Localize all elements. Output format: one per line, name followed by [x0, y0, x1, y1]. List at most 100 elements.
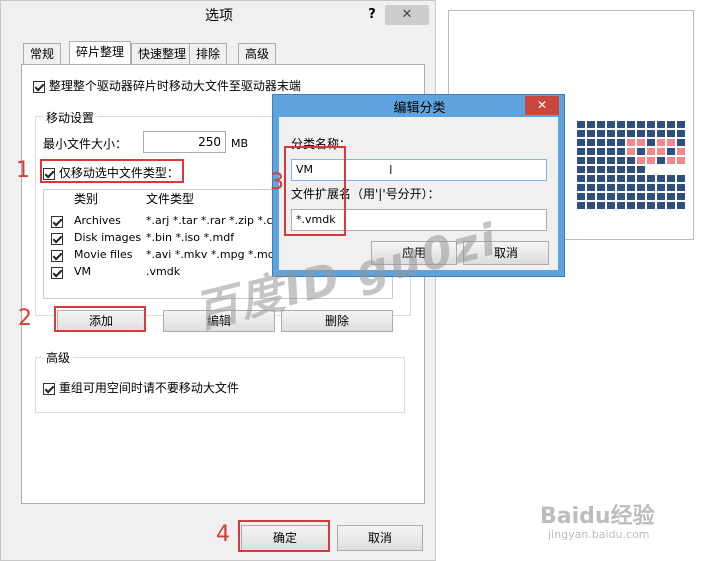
- disk-block: [667, 121, 675, 128]
- reorg-label: 重组可用空间时请不要移动大文件: [58, 381, 239, 395]
- disk-block: [607, 139, 615, 146]
- disk-block: [577, 139, 585, 146]
- row-checkbox[interactable]: [51, 249, 63, 262]
- step-number-4: 4: [216, 522, 230, 547]
- disk-block: [597, 139, 605, 146]
- disk-block: [647, 121, 655, 128]
- disk-block: [607, 166, 615, 173]
- disk-block: [617, 139, 625, 146]
- col-category[interactable]: 类别: [74, 190, 98, 208]
- move-large-label: 整理整个驱动器碎片时移动大文件至驱动器末端: [48, 79, 301, 93]
- disk-block: [637, 193, 645, 200]
- disk-block: [617, 157, 625, 164]
- disk-block: [597, 184, 605, 191]
- disk-block: [627, 175, 635, 182]
- disk-block: [577, 184, 585, 191]
- disk-block: [667, 139, 675, 146]
- disk-block: [647, 184, 655, 191]
- advanced-title: 高级: [43, 349, 74, 366]
- disk-block: [637, 121, 645, 128]
- disk-block: [637, 166, 645, 173]
- disk-block: [597, 166, 605, 173]
- disk-block: [647, 139, 655, 146]
- move-large-option[interactable]: 整理整个驱动器碎片时移动大文件至驱动器末端: [33, 77, 301, 94]
- disk-block: [657, 193, 665, 200]
- tab-exclude[interactable]: 排除: [189, 43, 228, 65]
- disk-block: [677, 130, 685, 137]
- disk-block: [607, 175, 615, 182]
- reorg-checkbox[interactable]: [43, 382, 55, 395]
- min-size-unit: MB: [231, 137, 249, 150]
- disk-block: [577, 157, 585, 164]
- reorg-option[interactable]: 重组可用空间时请不要移动大文件: [43, 379, 239, 396]
- move-large-checkbox[interactable]: [33, 80, 45, 93]
- text-cursor-icon: I: [389, 163, 393, 177]
- disk-block: [637, 148, 645, 155]
- help-button[interactable]: ?: [361, 5, 383, 25]
- disk-block: [617, 166, 625, 173]
- disk-block: [657, 202, 665, 209]
- min-size-label: 最小文件大小：: [43, 137, 128, 151]
- cancel-button[interactable]: 取消: [337, 525, 423, 551]
- step-number-1: 1: [16, 158, 30, 183]
- disk-block: [647, 157, 655, 164]
- disk-block: [637, 202, 645, 209]
- disk-block: [617, 175, 625, 182]
- disk-block: [587, 139, 595, 146]
- disk-block: [637, 175, 645, 182]
- disk-block: [667, 193, 675, 200]
- tab-general[interactable]: 常规: [23, 43, 62, 65]
- row-types: *.bin *.iso *.mdf: [146, 231, 235, 244]
- disk-block: [667, 148, 675, 155]
- row-types: .vmdk: [146, 265, 181, 278]
- baidu-site: jingyan.baidu.com: [548, 528, 650, 541]
- col-types[interactable]: 文件类型: [146, 190, 194, 208]
- row-category: Archives: [74, 214, 121, 227]
- disk-block: [677, 193, 685, 200]
- disk-block: [597, 157, 605, 164]
- close-button[interactable]: ✕: [385, 5, 429, 25]
- highlight-box-4: [238, 520, 330, 552]
- disk-block: [607, 193, 615, 200]
- disk-block: [587, 157, 595, 164]
- disk-block: [597, 148, 605, 155]
- tab-defrag[interactable]: 碎片整理: [69, 41, 132, 65]
- tab-quick-defrag[interactable]: 快速整理: [131, 43, 194, 65]
- edit-dialog-close-button[interactable]: ✕: [525, 96, 559, 115]
- row-checkbox[interactable]: [51, 232, 63, 245]
- row-category: Disk images: [74, 231, 142, 244]
- disk-block: [587, 148, 595, 155]
- disk-block: [627, 184, 635, 191]
- disk-block: [597, 121, 605, 128]
- highlight-box-2: [54, 306, 146, 332]
- disk-block: [657, 166, 665, 173]
- row-checkbox[interactable]: [51, 215, 63, 228]
- disk-block: [587, 193, 595, 200]
- disk-block: [647, 148, 655, 155]
- disk-block: [577, 193, 585, 200]
- disk-block: [657, 184, 665, 191]
- baidu-logo: Baidu经验: [540, 504, 655, 529]
- disk-block: [607, 202, 615, 209]
- disk-block: [587, 202, 595, 209]
- tab-advanced[interactable]: 高级: [238, 43, 277, 65]
- disk-block: [627, 202, 635, 209]
- disk-block: [657, 175, 665, 182]
- disk-block: [647, 202, 655, 209]
- disk-block: [667, 130, 675, 137]
- disk-block: [677, 139, 685, 146]
- row-checkbox[interactable]: [51, 266, 63, 279]
- disk-block: [607, 148, 615, 155]
- disk-block: [587, 130, 595, 137]
- disk-block: [597, 175, 605, 182]
- disk-block: [597, 130, 605, 137]
- disk-block: [577, 121, 585, 128]
- disk-block: [617, 184, 625, 191]
- disk-block: [657, 130, 665, 137]
- disk-block: [637, 184, 645, 191]
- disk-block: [627, 139, 635, 146]
- disk-block: [577, 130, 585, 137]
- disk-block: [607, 157, 615, 164]
- disk-block: [637, 130, 645, 137]
- min-size-input[interactable]: 250: [143, 131, 226, 153]
